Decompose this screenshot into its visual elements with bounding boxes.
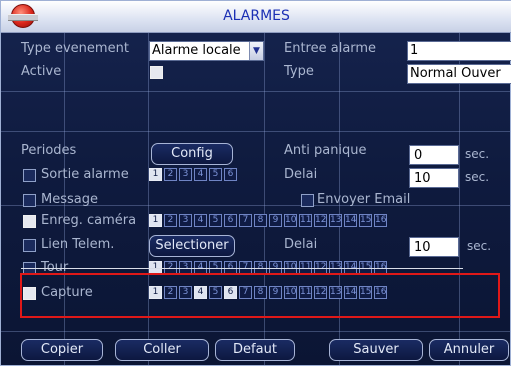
record-channel-3[interactable]: 3 [179, 214, 192, 227]
ptz-link-label: Lien Telem. [41, 237, 115, 252]
event-type-select[interactable]: Alarme locale ▼ [149, 41, 264, 61]
delay-input-2[interactable]: 10 [409, 237, 459, 257]
record-channel-7[interactable]: 7 [239, 214, 252, 227]
record-camera-label: Enreg. caméra [41, 213, 137, 228]
alarm-out-checkbox[interactable] [23, 169, 36, 182]
record-channel-12[interactable]: 12 [314, 214, 327, 227]
delay-label-2: Delai [284, 237, 318, 252]
title-bar: ALARMES [1, 1, 511, 33]
type-label: Type [284, 64, 314, 79]
record-channel-4[interactable]: 4 [194, 214, 207, 227]
record-channel-13[interactable]: 13 [329, 214, 342, 227]
grid-line [1, 91, 511, 92]
record-channel-1[interactable]: 1 [149, 214, 162, 227]
anti-panic-input[interactable]: 0 [409, 145, 459, 165]
cancel-button[interactable]: Annuler [429, 339, 509, 361]
event-type-value: Alarme locale [152, 43, 241, 58]
select-button[interactable]: Selectioner [149, 235, 235, 257]
alarm-out-label: Sortie alarme [41, 167, 129, 182]
tour-strike-line [21, 268, 463, 269]
record-channel-16[interactable]: 16 [374, 214, 387, 227]
delay-unit: sec. [465, 170, 490, 184]
record-channel-11[interactable]: 11 [299, 214, 312, 227]
default-button[interactable]: Defaut [215, 339, 295, 361]
ptz-link-checkbox[interactable] [23, 239, 36, 252]
send-email-checkbox[interactable] [301, 194, 314, 207]
alarm-out-channel-2[interactable]: 2 [164, 168, 177, 181]
record-camera-checkbox[interactable] [23, 215, 36, 228]
alarm-out-channels: 123456 [149, 168, 239, 181]
record-channel-10[interactable]: 10 [284, 214, 297, 227]
record-channel-8[interactable]: 8 [254, 214, 267, 227]
grid-line [1, 331, 511, 332]
alarm-input-select[interactable]: 1 [407, 41, 511, 61]
delay-label: Delai [284, 167, 318, 182]
anti-panic-label: Anti panique [284, 143, 367, 158]
window-title: ALARMES [223, 8, 290, 24]
alarm-input-value: 1 [410, 43, 419, 58]
chevron-down-icon: ▼ [249, 42, 263, 60]
record-channel-14[interactable]: 14 [344, 214, 357, 227]
message-checkbox[interactable] [23, 194, 36, 207]
send-email-label: Envoyer Email [317, 192, 411, 207]
message-label: Message [41, 192, 98, 207]
event-type-label: Type evenement [21, 41, 129, 56]
alarm-out-channel-5[interactable]: 5 [209, 168, 222, 181]
anti-panic-unit: sec. [465, 147, 490, 161]
alarm-out-channel-3[interactable]: 3 [179, 168, 192, 181]
alarm-input-label: Entree alarme [284, 41, 377, 56]
config-button[interactable]: Config [151, 143, 233, 165]
alarm-out-channel-1[interactable]: 1 [149, 168, 162, 181]
copy-button[interactable]: Copier [21, 339, 103, 361]
record-channel-2[interactable]: 2 [164, 214, 177, 227]
active-checkbox[interactable] [150, 66, 163, 79]
grid-line [1, 131, 511, 132]
record-channel-15[interactable]: 15 [359, 214, 372, 227]
delay-input[interactable]: 10 [409, 168, 459, 188]
periods-label: Periodes [21, 143, 77, 158]
active-label: Active [21, 64, 62, 79]
alarm-out-channel-4[interactable]: 4 [194, 168, 207, 181]
record-channels: 1 2 3 4 5 6 7 8 9 10 11 12 13 14 15 16 [149, 214, 389, 227]
paste-button[interactable]: Coller [115, 339, 209, 361]
capture-highlight-box [20, 273, 500, 318]
delay-unit-2: sec. [467, 239, 492, 253]
type-select[interactable]: Normal Ouver [407, 64, 511, 84]
record-channel-9[interactable]: 9 [269, 214, 282, 227]
save-button[interactable]: Sauver [329, 339, 423, 361]
type-value: Normal Ouver [410, 66, 501, 81]
record-channel-6[interactable]: 6 [224, 214, 237, 227]
record-channel-5[interactable]: 5 [209, 214, 222, 227]
alarm-dialog: ALARMES Type evenement Alarme locale ▼ E… [0, 0, 511, 366]
alarm-out-channel-6[interactable]: 6 [224, 168, 237, 181]
